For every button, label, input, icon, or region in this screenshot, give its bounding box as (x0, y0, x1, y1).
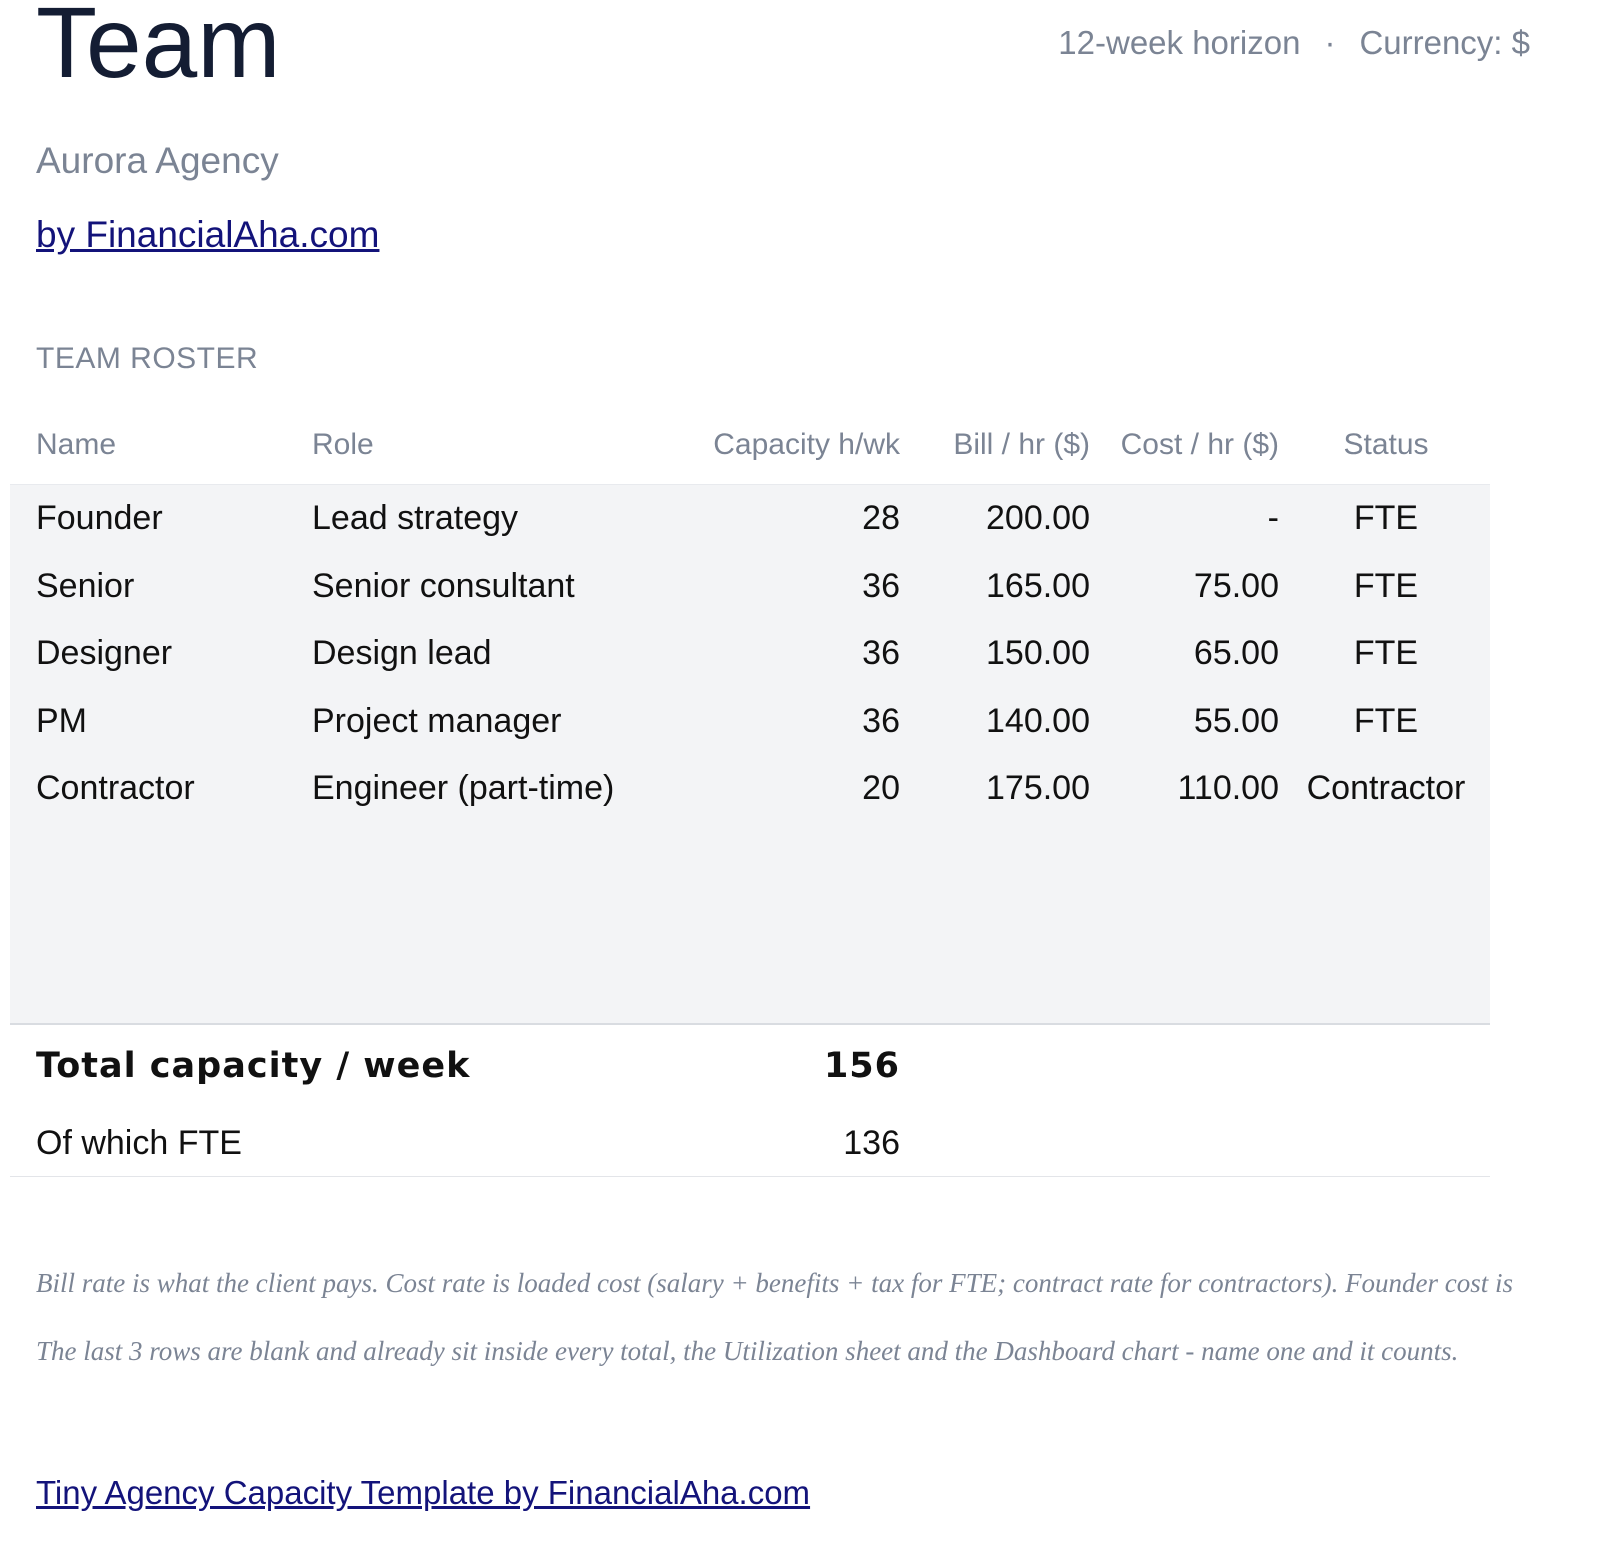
cell-bill-rate[interactable]: 165.00 (986, 567, 1090, 606)
cell-name[interactable]: Founder (36, 499, 163, 538)
section-title: TEAM ROSTER (36, 342, 259, 375)
cell-status[interactable]: FTE (1354, 567, 1418, 606)
cell-name[interactable]: Contractor (36, 769, 195, 808)
table-row[interactable]: PM Project manager 36 140.00 55.00 FTE (0, 702, 1490, 762)
blank-row[interactable] (0, 951, 1490, 1011)
cell-bill-rate[interactable]: 200.00 (986, 499, 1090, 538)
cell-status[interactable]: FTE (1354, 499, 1418, 538)
table-row[interactable]: Senior Senior consultant 36 165.00 75.00… (0, 567, 1490, 627)
header-capacity: Capacity h/wk (713, 428, 900, 461)
cell-role[interactable]: Engineer (part-time) (312, 769, 614, 808)
section-divider (10, 1176, 1490, 1177)
cell-bill-rate[interactable]: 175.00 (986, 769, 1090, 808)
cell-status[interactable]: Contractor (1307, 769, 1466, 808)
company-name: Aurora Agency (36, 140, 279, 181)
blank-rows-note: The last 3 rows are blank and already si… (36, 1336, 1459, 1366)
cell-name[interactable]: PM (36, 702, 87, 741)
cell-cost-rate[interactable]: - (1268, 499, 1279, 538)
total-capacity-label: Total capacity / week (36, 1046, 471, 1086)
table-row[interactable]: Founder Lead strategy 28 200.00 - FTE (0, 499, 1490, 559)
fte-capacity-row: Of which FTE 136 (0, 1124, 1490, 1174)
header-name: Name (36, 428, 117, 461)
cell-cost-rate[interactable]: 65.00 (1194, 634, 1279, 673)
header-cost-rate: Cost / hr ($) (1120, 428, 1279, 461)
cell-status[interactable]: FTE (1354, 634, 1418, 673)
cell-capacity[interactable]: 36 (862, 567, 900, 606)
cell-status[interactable]: FTE (1354, 702, 1418, 741)
currency-label: Currency: $ (1359, 24, 1530, 61)
table-row[interactable]: Contractor Engineer (part-time) 20 175.0… (0, 769, 1490, 829)
table-row[interactable]: Designer Design lead 36 150.00 65.00 FTE (0, 634, 1490, 694)
cell-capacity[interactable]: 20 (862, 769, 900, 808)
cell-cost-rate[interactable]: 75.00 (1194, 567, 1279, 606)
total-capacity-row: Total capacity / week 156 (0, 1046, 1490, 1096)
cell-cost-rate[interactable]: 110.00 (1178, 769, 1279, 808)
rate-note: Bill rate is what the client pays. Cost … (36, 1268, 1514, 1298)
table-header: Name Role Capacity h/wk Bill / hr ($) Co… (0, 420, 1490, 480)
footer-link[interactable]: Tiny Agency Capacity Template by Financi… (36, 1474, 810, 1512)
fte-capacity-value: 136 (843, 1124, 900, 1162)
cell-role[interactable]: Lead strategy (312, 499, 518, 538)
total-capacity-value: 156 (823, 1046, 900, 1086)
cell-role[interactable]: Senior consultant (312, 567, 575, 606)
cell-role[interactable]: Design lead (312, 634, 492, 673)
cell-capacity[interactable]: 36 (862, 702, 900, 741)
blank-row[interactable] (0, 837, 1490, 897)
cell-role[interactable]: Project manager (312, 702, 561, 741)
meta-separator: · (1324, 24, 1336, 61)
header-bill-rate: Bill / hr ($) (953, 428, 1090, 461)
horizon-label: 12-week horizon (1058, 24, 1301, 61)
cell-bill-rate[interactable]: 150.00 (986, 634, 1090, 673)
byline-link[interactable]: by FinancialAha.com (36, 214, 379, 256)
page-title: Team (36, 0, 281, 99)
cell-name[interactable]: Senior (36, 567, 134, 606)
sheet-meta: 12-week horizon · Currency: $ (1058, 24, 1530, 62)
cell-bill-rate[interactable]: 140.00 (986, 702, 1090, 741)
header-status: Status (1343, 428, 1429, 461)
cell-cost-rate[interactable]: 55.00 (1194, 702, 1279, 741)
header-role: Role (312, 428, 374, 461)
cell-capacity[interactable]: 36 (862, 634, 900, 673)
cell-name[interactable]: Designer (36, 634, 172, 673)
fte-capacity-label: Of which FTE (36, 1124, 242, 1162)
roster-table-body: Founder Lead strategy 28 200.00 - FTE Se… (10, 484, 1490, 1025)
cell-capacity[interactable]: 28 (862, 499, 900, 538)
